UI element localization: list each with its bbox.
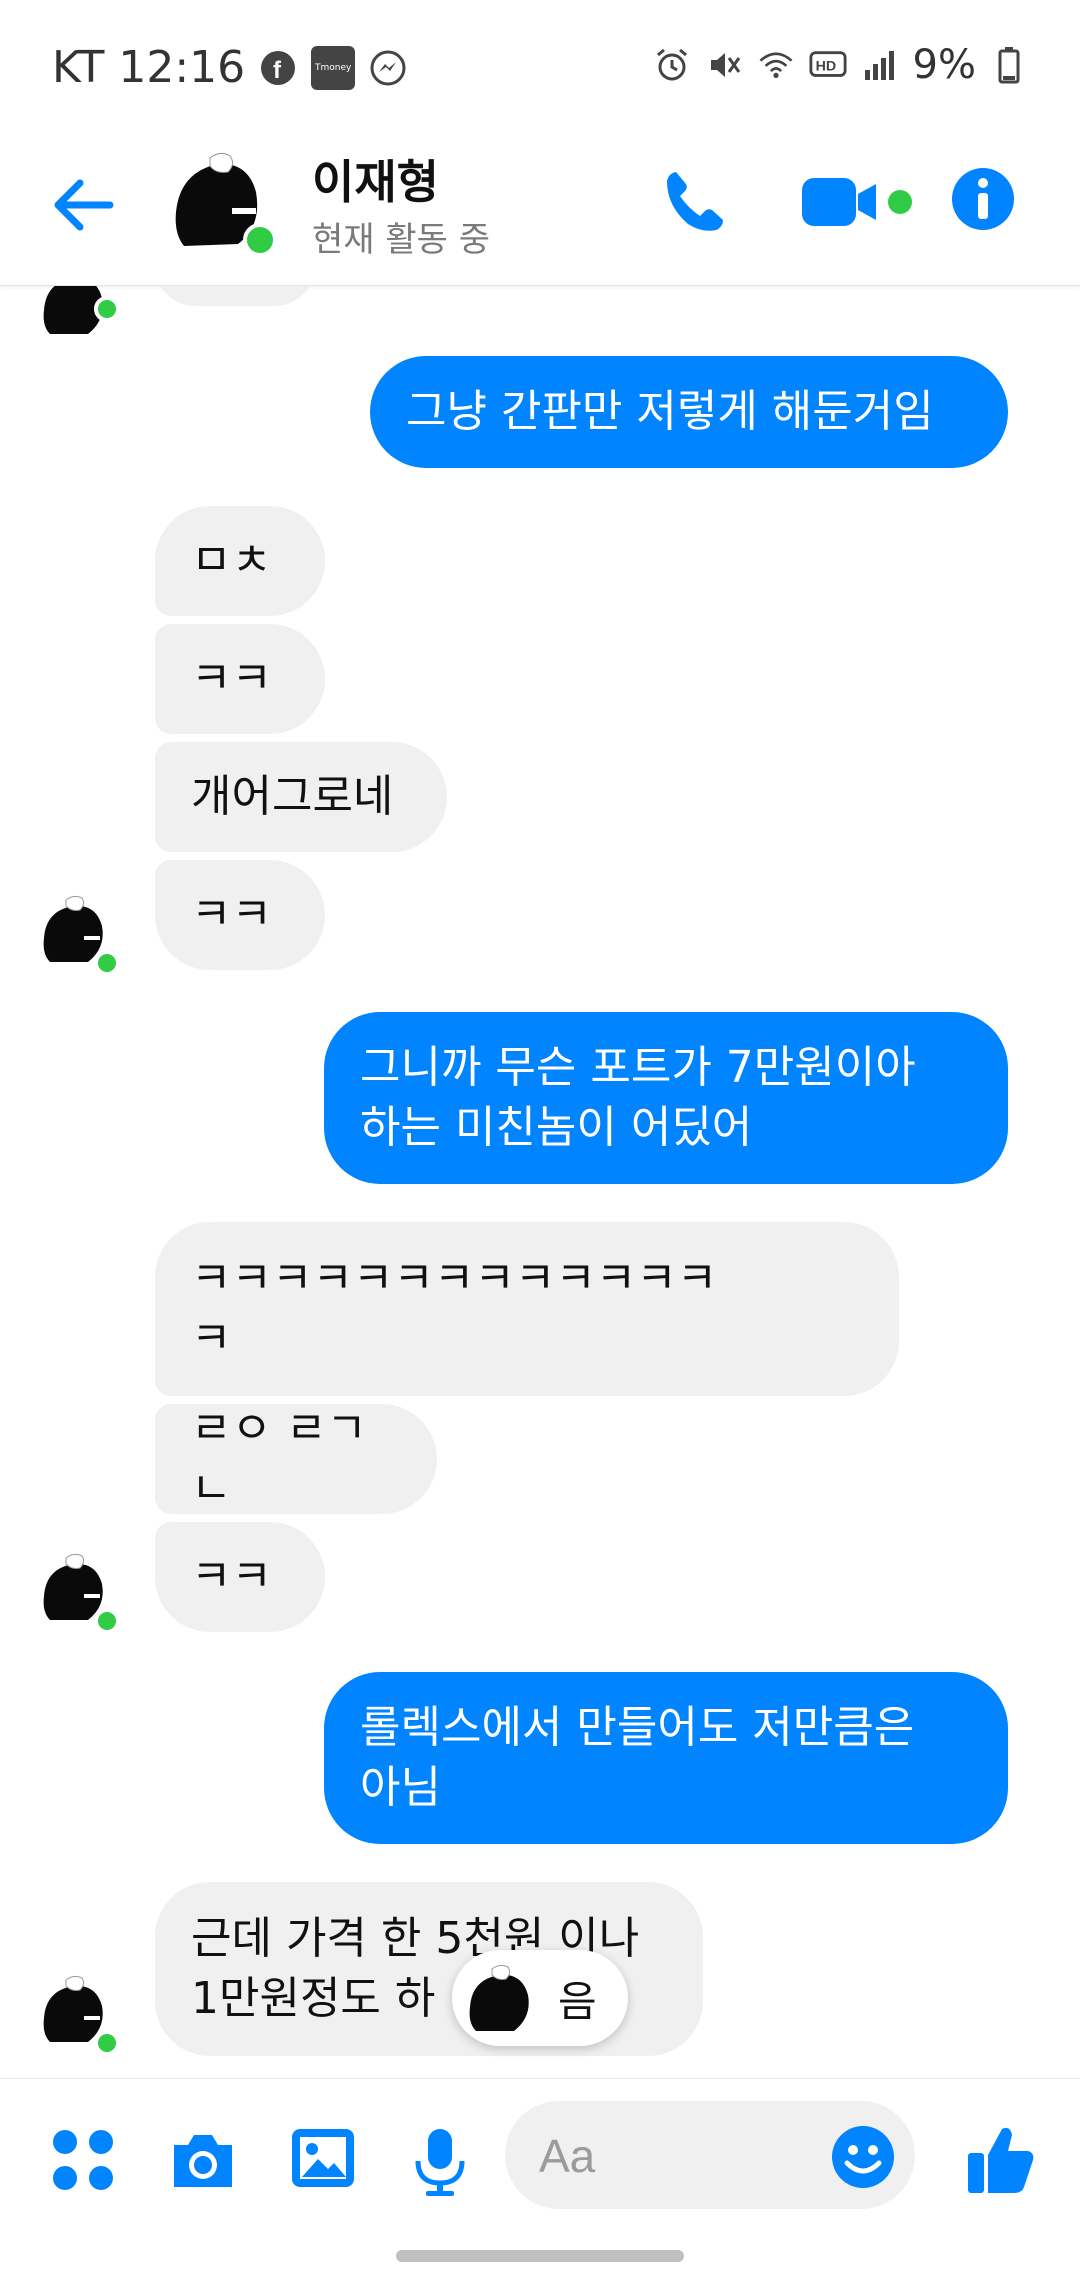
- video-call-icon[interactable]: [800, 174, 884, 230]
- message-input-container[interactable]: [505, 2101, 915, 2211]
- svg-text:HD: HD: [815, 59, 836, 75]
- battery-percent: 9%: [912, 42, 976, 88]
- outgoing-message[interactable]: 그니까 무슨 포트가 7만원이아 하는 미친놈이 어딨어: [324, 1012, 1008, 1184]
- incoming-message[interactable]: 근데 가격 한 5천원 이나 1만원정도 하: [155, 1882, 703, 2056]
- microphone-icon[interactable]: [410, 2127, 480, 2197]
- status-bar: KT 12:16 f Tmoney HD 9%: [0, 0, 1080, 140]
- video-online-indicator: [888, 190, 912, 214]
- sender-online-dot: [94, 950, 120, 976]
- gallery-icon[interactable]: [290, 2127, 360, 2197]
- thumbs-up-icon[interactable]: [966, 2123, 1036, 2195]
- facebook-icon: f: [259, 49, 297, 87]
- tmoney-icon: Tmoney: [311, 45, 356, 90]
- incoming-message[interactable]: ㅋㅋ: [155, 624, 325, 734]
- battery-icon: [990, 46, 1028, 84]
- message-list[interactable]: 그냥 간판만 저렇게 해둔거임 ㅁㅊ ㅋㅋ 개어그로네 ㅋㅋ 그니까 무슨 포트…: [0, 286, 1080, 2078]
- carrier-label: KT: [52, 42, 105, 93]
- camera-icon[interactable]: [168, 2127, 238, 2197]
- svg-text:f: f: [273, 57, 282, 84]
- sender-online-dot: [94, 296, 120, 322]
- typing-avatar: [466, 1963, 536, 2033]
- sender-online-dot: [94, 2030, 120, 2056]
- sender-online-dot: [94, 1608, 120, 1634]
- signal-icon: [861, 46, 899, 84]
- incoming-message[interactable]: ㅁㅊ: [155, 506, 325, 616]
- chat-header: 이재형 현재 활동 중: [0, 140, 1080, 286]
- mute-icon: [705, 46, 743, 84]
- partial-message-bubble[interactable]: [155, 286, 315, 306]
- clock: 12:16: [118, 42, 246, 93]
- typing-text: 음: [558, 1976, 597, 2026]
- home-indicator[interactable]: [396, 2250, 684, 2262]
- online-indicator: [243, 223, 277, 257]
- outgoing-message[interactable]: 롤렉스에서 만들어도 저만큼은 아님: [324, 1672, 1008, 1844]
- contact-name: 이재형: [312, 155, 439, 209]
- info-icon[interactable]: [950, 166, 1016, 232]
- incoming-message[interactable]: ㅋㅋ: [155, 1522, 325, 1632]
- emoji-icon[interactable]: [831, 2125, 895, 2189]
- incoming-message[interactable]: ㄹㅇ ㄹㄱㄴ: [155, 1403, 437, 1514]
- incoming-message[interactable]: 개어그로네: [155, 742, 447, 852]
- phone-call-icon[interactable]: [660, 166, 730, 236]
- alarm-icon: [653, 46, 691, 84]
- incoming-message[interactable]: ㅋㅋ: [155, 860, 325, 970]
- wifi-icon: [757, 46, 795, 84]
- hd-voice-icon: HD: [809, 46, 847, 84]
- incoming-message[interactable]: ㅋㅋㅋㅋㅋㅋㅋㅋㅋㅋㅋㅋㅋ ㅋ: [155, 1222, 899, 1396]
- outgoing-message[interactable]: 그냥 간판만 저렇게 해둔거임: [370, 356, 1008, 468]
- typing-indicator-chip[interactable]: 음: [452, 1950, 628, 2046]
- message-composer: [0, 2078, 1080, 2239]
- message-input[interactable]: [537, 2101, 821, 2211]
- back-arrow-icon[interactable]: [48, 170, 118, 240]
- active-status: 현재 활동 중: [312, 220, 491, 260]
- apps-grid-icon[interactable]: [50, 2127, 120, 2197]
- messenger-icon: [369, 49, 407, 87]
